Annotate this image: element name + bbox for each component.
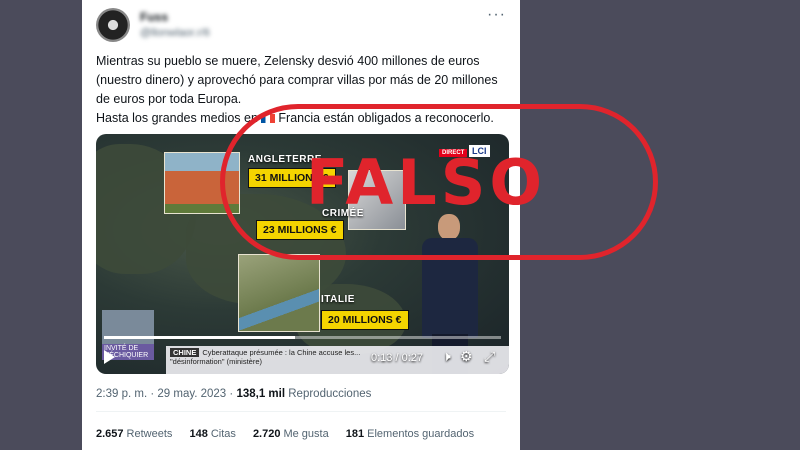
- stat-retweets[interactable]: 2.657 Retweets: [96, 428, 172, 440]
- background-left: [0, 0, 82, 450]
- views-count: 138,1 mil: [236, 388, 286, 400]
- fullscreen-icon[interactable]: ⤢: [484, 348, 495, 365]
- falso-stamp-text: FALSO: [306, 146, 547, 219]
- avatar[interactable]: [96, 8, 130, 42]
- tweet-stats: 2.657 Retweets 148 Citas 2.720 Me gusta 181…: [96, 428, 488, 440]
- divider: [96, 411, 506, 412]
- stat-quotes[interactable]: 148 Citas: [189, 428, 235, 440]
- news-ticker: CHINE Cyberattaque présumée : la Chine ac…: [166, 346, 509, 374]
- stat-likes[interactable]: 2.720 Me gusta: [253, 428, 329, 440]
- volume-icon[interactable]: 🕨: [442, 348, 451, 365]
- ticker-text-2: "désinformation" (ministère): [170, 357, 263, 366]
- progress-bar[interactable]: [104, 336, 501, 339]
- price-label: 20 MILLIONS €: [321, 310, 409, 330]
- tweet-text-fragment: Hasta los grandes medios en: [96, 111, 258, 125]
- tweet-text-line: Mientras su pueblo se muere, Zelensky de…: [96, 54, 480, 68]
- ticker-text: Cyberattaque présumée : la Chine accuse …: [202, 348, 361, 357]
- stat-bookmarks[interactable]: 181 Elementos guardados: [346, 428, 474, 440]
- tweet-time[interactable]: 2:39 p. m.: [96, 388, 147, 400]
- tweet-meta: 2:39 p. m. · 29 may. 2023 · 138,1 mil Re…: [96, 388, 372, 400]
- time-display: 0:13 / 0:27: [371, 352, 423, 364]
- villa-photo-italy: [238, 254, 320, 332]
- views-label: Reproducciones: [288, 388, 372, 400]
- more-horizontal-icon[interactable]: ···: [487, 6, 506, 24]
- play-icon[interactable]: [104, 350, 115, 364]
- gear-icon[interactable]: ⚙: [460, 348, 473, 365]
- tweet-text-line: (nuestro dinero) y aprovechó para compra…: [96, 73, 498, 87]
- tweet-date[interactable]: 29 may. 2023: [157, 388, 226, 400]
- place-label: ITALIE: [321, 294, 355, 305]
- ticker-tag: CHINE: [170, 348, 200, 357]
- author-name[interactable]: Fuss: [140, 10, 168, 24]
- author-handle[interactable]: @llonwlaor.r/6: [140, 27, 210, 39]
- progress-fill: [104, 336, 295, 339]
